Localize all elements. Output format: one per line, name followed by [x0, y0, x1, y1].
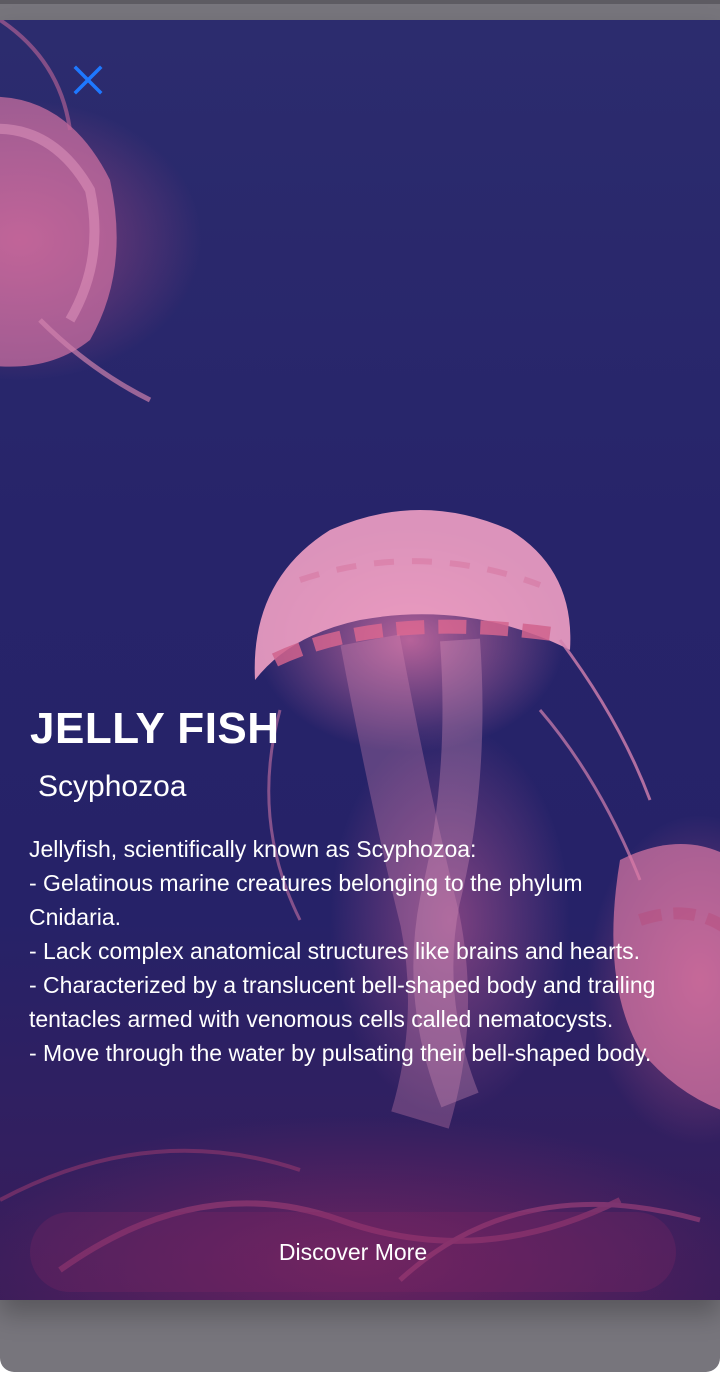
close-icon	[73, 65, 103, 95]
info-card: JELLY FISH Scyphozoa Jellyfish, scientif…	[0, 20, 720, 1300]
description: Jellyfish, scientifically known as Scyph…	[29, 832, 679, 1070]
close-button[interactable]	[64, 56, 112, 104]
discover-more-label: Discover More	[278, 1238, 428, 1265]
description-line: - Move through the water by pulsating th…	[29, 1040, 652, 1066]
discover-more-button[interactable]: Discover More	[30, 1212, 676, 1292]
description-line: - Gelatinous marine creatures belonging …	[29, 870, 583, 930]
description-line: - Characterized by a translucent bell-sh…	[29, 972, 656, 1032]
scientific-name: Scyphozoa	[38, 770, 187, 803]
jellyfish-background-image	[0, 20, 720, 1282]
description-line: Jellyfish, scientifically known as Scyph…	[29, 836, 477, 862]
description-line: - Lack complex anatomical structures lik…	[29, 938, 641, 964]
page-title: JELLY FISH	[30, 704, 280, 753]
status-strip	[0, 0, 720, 4]
